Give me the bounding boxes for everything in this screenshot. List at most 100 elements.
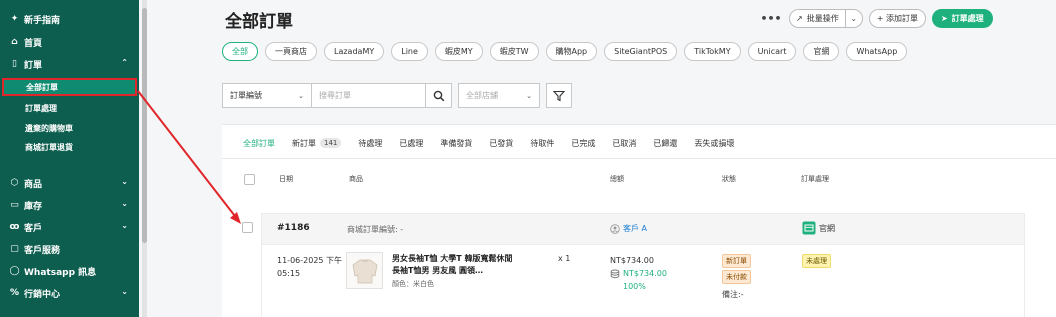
product-name[interactable]: 男女長袖T恤 大學T 韓版寬鬆休閒長袖T恤男 男友風 圓領… [392, 253, 516, 277]
order-row-checkbox[interactable] [242, 222, 253, 233]
home-icon: ⌂ [11, 37, 18, 47]
search-icon [433, 90, 444, 101]
sidebar-item-label: 訂單 [24, 60, 43, 71]
order-id[interactable]: #1186 [277, 223, 310, 233]
tab-processed[interactable]: 已處理 [399, 135, 423, 151]
chip-shopee-my[interactable]: 蝦皮MY [434, 42, 483, 61]
bulk-actions-main[interactable]: ↗ 批量操作 [790, 9, 846, 27]
col-date: 日期 [279, 175, 293, 183]
tab-label: 新訂單 [292, 138, 316, 148]
tab-completed[interactable]: 已完成 [571, 135, 595, 151]
order-date: 11-06-2025 下午 05:15 [277, 254, 342, 280]
sidebar-item-customer-service[interactable]: ▢ 客戶服務 [0, 240, 139, 258]
sidebar-item-label: 新手指南 [24, 15, 61, 26]
sidebar-item-home[interactable]: ⌂ 首頁 [0, 33, 139, 51]
users-icon: ꝏ [9, 222, 20, 232]
chip-tiktok-my[interactable]: TikTokMY [684, 42, 741, 61]
inventory-icon: ▭ [10, 200, 19, 210]
mall-order-number: 商城訂單編號: - [347, 225, 404, 234]
total-amount: NT$734.00 [610, 256, 654, 265]
chevron-down-icon: ⌄ [121, 221, 128, 230]
tab-lost-damaged[interactable]: 丟失或損壞 [694, 135, 734, 151]
store-icon [802, 221, 816, 235]
chip-sitegiant-pos[interactable]: SiteGiantPOS [604, 42, 678, 61]
sidebar-item-orders[interactable]: ▯ 訂單 ⌃ [0, 55, 139, 73]
percent-icon: % [9, 288, 20, 298]
customer-link[interactable]: 客戶 A [610, 223, 647, 234]
chevron-up-icon: ⌃ [121, 58, 128, 67]
sidebar-item-guide[interactable]: ✦ 新手指南 [0, 10, 139, 28]
tab-pending[interactable]: 待處理 [358, 135, 382, 151]
process-orders-button[interactable]: ➤ 訂單處理 [931, 8, 993, 28]
more-options-button[interactable]: ••• [759, 8, 783, 28]
chevron-down-icon[interactable]: ⌄ [846, 10, 862, 27]
add-order-button[interactable]: + 添加訂單 [868, 8, 926, 28]
sidebar-item-label: 商品 [24, 179, 43, 190]
tab-shipped[interactable]: 已發貨 [489, 135, 513, 151]
sidebar-subitem-returns[interactable]: 商城訂單退貨 [0, 138, 139, 156]
box-icon: ⬡ [10, 178, 19, 188]
search-input[interactable]: 搜尋訂單 [312, 83, 426, 108]
select-all-checkbox[interactable] [244, 174, 255, 185]
process-orders-label: 訂單處理 [951, 13, 984, 23]
tab-count-badge: 141 [320, 138, 342, 148]
sidebar-item-inventory[interactable]: ▭ 庫存 ⌄ [0, 196, 139, 214]
order-note: 備注:- [722, 290, 744, 299]
customer-name: 客戶 A [623, 224, 648, 233]
chip-line[interactable]: Line [391, 42, 428, 61]
chevron-down-icon: ⌄ [298, 91, 304, 100]
order-header-row: #1186 商城訂單編號: - 客戶 A 官網 [261, 213, 1025, 245]
chat-icon: ▢ [10, 244, 19, 254]
tab-new-orders[interactable]: 新訂單 141 [292, 135, 342, 151]
tab-cancelled[interactable]: 已取消 [612, 135, 636, 151]
order-date-line: 11-06-2025 下午 [277, 256, 343, 265]
channel-filter-chips: 全部 一頁商店 LazadaMY Line 蝦皮MY 蝦皮TW 購物App Si… [222, 42, 908, 61]
sidebar-subitem-abandoned-cart[interactable]: 遺棄的購物車 [0, 119, 139, 137]
chip-all[interactable]: 全部 [222, 42, 258, 61]
chip-whatsapp[interactable]: WhatsApp [846, 42, 908, 61]
chip-one-page-store[interactable]: 一頁商店 [265, 42, 317, 61]
chevron-down-icon: ⌄ [121, 199, 128, 208]
tab-all-orders[interactable]: 全部訂單 [243, 135, 275, 151]
col-processing: 訂單處理 [801, 175, 829, 183]
chip-shopee-tw[interactable]: 蝦皮TW [489, 42, 539, 61]
paid-amount-row: NT$734.00 [610, 267, 667, 280]
user-icon [610, 223, 620, 234]
orders-card: 全部訂單 新訂單 141 待處理 已處理 準備發貨 已發貨 待取件 已完成 已取… [222, 124, 1056, 317]
tab-awaiting-pickup[interactable]: 待取件 [530, 135, 554, 151]
sidebar-subitem-order-processing[interactable]: 訂單處理 [0, 99, 139, 117]
search-button[interactable] [426, 83, 452, 108]
send-icon: ➤ [940, 13, 948, 23]
sidebar-item-customers[interactable]: ꝏ 客戶 ⌄ [0, 218, 139, 236]
chip-lazada-my[interactable]: LazadaMY [324, 42, 385, 61]
bulk-actions-button[interactable]: ↗ 批量操作 ⌄ [789, 8, 863, 28]
product-variant: 顏色：米白色 [392, 280, 434, 288]
search-field-select[interactable]: 訂單編號 ⌄ [222, 83, 312, 108]
tab-ready-to-ship[interactable]: 準備發貨 [440, 135, 472, 151]
order-detail-row: 11-06-2025 下午 05:15 男女長袖T恤 大學T 韓版寬鬆休閒長袖T… [261, 245, 1025, 317]
sales-channel: 官網 [802, 221, 835, 235]
product-quantity: x 1 [558, 254, 571, 263]
sidebar-item-marketing[interactable]: % 行銷中心 ⌄ [0, 284, 139, 302]
paid-amount: NT$734.00 [623, 269, 667, 278]
chip-shopping-app[interactable]: 購物App [545, 42, 598, 61]
sidebar-item-whatsapp[interactable]: ◯ Whatsapp 訊息 [0, 262, 139, 280]
status-badge-unpaid: 未付款 [722, 270, 751, 284]
sidebar-subitem-label: 商城訂單退貨 [25, 142, 73, 152]
main-content: 全部訂單 ••• ↗ 批量操作 ⌄ + 添加訂單 ➤ 訂單處理 全部 一頁商店 … [147, 0, 1056, 317]
sidebar-subitem-all-orders[interactable]: 全部訂單 [2, 78, 137, 96]
tab-returned[interactable]: 已歸還 [653, 135, 677, 151]
sidebar-item-products[interactable]: ⬡ 商品 ⌄ [0, 174, 139, 192]
chip-official-site[interactable]: 官網 [803, 42, 840, 61]
chevron-down-icon: ⌄ [121, 287, 128, 296]
search-field-value: 訂單編號 [230, 91, 262, 100]
store-select[interactable]: 全部店舖 ⌄ [458, 83, 540, 108]
chevron-down-icon: ⌄ [121, 177, 128, 186]
sidebar: ✦ 新手指南 ⌂ 首頁 ▯ 訂單 ⌃ 全部訂單 訂單處理 遺棄的購物車 商城訂單… [0, 0, 139, 317]
sidebar-item-label: Whatsapp 訊息 [24, 267, 97, 278]
col-product: 商品 [349, 175, 363, 183]
product-thumbnail[interactable] [346, 252, 383, 289]
filter-button[interactable] [546, 83, 572, 108]
order-time-line: 05:15 [277, 269, 301, 278]
chip-unicart[interactable]: Unicart [747, 42, 797, 61]
